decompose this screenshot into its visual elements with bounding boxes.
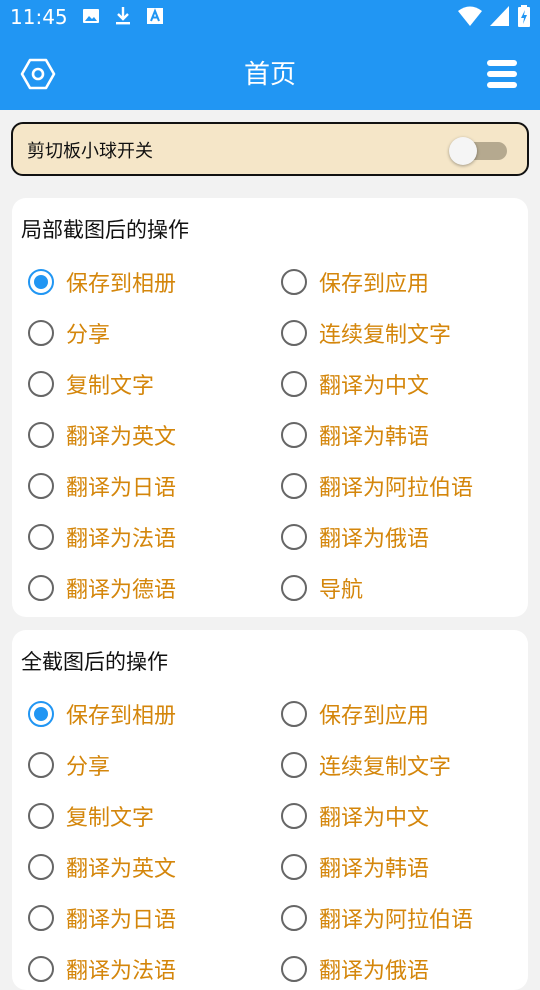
radio-button[interactable] bbox=[28, 905, 54, 931]
system-icons bbox=[458, 5, 530, 31]
radio-option[interactable]: 连续复制文字 bbox=[281, 745, 451, 785]
radio-button[interactable] bbox=[28, 320, 54, 346]
notification-icons bbox=[82, 6, 164, 30]
radio-button[interactable] bbox=[281, 473, 307, 499]
radio-option-label: 翻译为阿拉伯语 bbox=[319, 908, 474, 933]
image-icon bbox=[82, 7, 100, 29]
radio-option-label: 分享 bbox=[66, 323, 111, 348]
radio-button[interactable] bbox=[281, 701, 307, 727]
radio-option[interactable]: 翻译为英文 bbox=[28, 415, 176, 455]
radio-button[interactable] bbox=[28, 371, 54, 397]
status-time: 11:45 bbox=[10, 5, 68, 29]
radio-option[interactable]: 翻译为日语 bbox=[28, 466, 176, 506]
radio-option-label: 保存到应用 bbox=[319, 704, 430, 729]
radio-button[interactable] bbox=[281, 803, 307, 829]
radio-option-label: 导航 bbox=[319, 578, 364, 603]
radio-option-label: 翻译为英文 bbox=[66, 857, 177, 882]
radio-button[interactable] bbox=[281, 422, 307, 448]
radio-option-label: 翻译为日语 bbox=[66, 908, 177, 933]
clipboard-ball-toggle-card: 剪切板小球开关 bbox=[11, 122, 529, 176]
section-title: 全截图后的操作 bbox=[21, 650, 168, 674]
radio-option-label: 翻译为德语 bbox=[66, 578, 177, 603]
page-title: 首页 bbox=[243, 60, 296, 90]
partial-screenshot-actions-card: 局部截图后的操作 保存到相册 保存到应用分享 连续复制文字复制文字 翻译为中文翻译为英… bbox=[12, 198, 528, 617]
radio-option-label: 保存到相册 bbox=[66, 272, 177, 297]
radio-button[interactable] bbox=[281, 371, 307, 397]
radio-option[interactable]: 分享 bbox=[28, 745, 110, 785]
radio-option[interactable]: 导航 bbox=[281, 568, 363, 608]
clipboard-ball-switch[interactable] bbox=[449, 137, 513, 165]
radio-option[interactable]: 翻译为德语 bbox=[28, 568, 176, 608]
radio-option-label: 连续复制文字 bbox=[319, 755, 452, 780]
radio-option[interactable]: 连续复制文字 bbox=[281, 313, 451, 353]
radio-option[interactable]: 保存到相册 bbox=[28, 694, 176, 734]
radio-option[interactable]: 分享 bbox=[28, 313, 110, 353]
radio-option[interactable]: 翻译为韩语 bbox=[281, 415, 429, 455]
radio-option-label: 翻译为俄语 bbox=[319, 959, 430, 984]
radio-option[interactable]: 翻译为阿拉伯语 bbox=[281, 898, 473, 938]
battery-icon bbox=[518, 5, 530, 31]
menu-icon[interactable] bbox=[486, 58, 518, 90]
status-bar: 11:45 bbox=[0, 0, 540, 36]
radio-button[interactable] bbox=[28, 422, 54, 448]
radio-button[interactable] bbox=[28, 701, 54, 727]
radio-option-label: 保存到相册 bbox=[66, 704, 177, 729]
radio-option[interactable]: 翻译为韩语 bbox=[281, 847, 429, 887]
section-title: 局部截图后的操作 bbox=[21, 218, 189, 242]
radio-button[interactable] bbox=[281, 575, 307, 601]
radio-button[interactable] bbox=[281, 905, 307, 931]
clipboard-ball-toggle-label: 剪切板小球开关 bbox=[27, 141, 153, 162]
radio-button[interactable] bbox=[28, 752, 54, 778]
radio-button[interactable] bbox=[28, 524, 54, 550]
radio-option[interactable]: 翻译为俄语 bbox=[281, 517, 429, 557]
radio-option-label: 保存到应用 bbox=[319, 272, 430, 297]
switch-thumb[interactable] bbox=[449, 137, 477, 165]
signal-icon bbox=[490, 6, 510, 30]
radio-option-label: 翻译为英文 bbox=[66, 425, 177, 450]
radio-option[interactable]: 翻译为俄语 bbox=[281, 949, 429, 989]
radio-button[interactable] bbox=[28, 269, 54, 295]
radio-button[interactable] bbox=[281, 752, 307, 778]
radio-button[interactable] bbox=[281, 269, 307, 295]
radio-option[interactable]: 翻译为中文 bbox=[281, 796, 429, 836]
download-icon bbox=[114, 6, 132, 30]
radio-option[interactable]: 翻译为阿拉伯语 bbox=[281, 466, 473, 506]
font-a-icon bbox=[146, 7, 164, 29]
radio-option[interactable]: 翻译为日语 bbox=[28, 898, 176, 938]
radio-option[interactable]: 保存到应用 bbox=[281, 262, 429, 302]
app-bar: 首页 bbox=[0, 36, 540, 110]
radio-button[interactable] bbox=[28, 854, 54, 880]
radio-button[interactable] bbox=[28, 473, 54, 499]
radio-button[interactable] bbox=[281, 320, 307, 346]
radio-option-label: 翻译为韩语 bbox=[319, 857, 430, 882]
radio-option[interactable]: 翻译为中文 bbox=[281, 364, 429, 404]
wifi-icon bbox=[458, 6, 482, 30]
radio-option-label: 翻译为韩语 bbox=[319, 425, 430, 450]
radio-option-label: 连续复制文字 bbox=[319, 323, 452, 348]
radio-button[interactable] bbox=[281, 854, 307, 880]
radio-button[interactable] bbox=[28, 575, 54, 601]
radio-option-label: 翻译为法语 bbox=[66, 527, 177, 552]
radio-option-label: 翻译为日语 bbox=[66, 476, 177, 501]
radio-option-label: 翻译为中文 bbox=[319, 374, 430, 399]
radio-option-label: 分享 bbox=[66, 755, 111, 780]
radio-option-label: 翻译为俄语 bbox=[319, 527, 430, 552]
radio-option-label: 翻译为法语 bbox=[66, 959, 177, 984]
radio-option[interactable]: 保存到相册 bbox=[28, 262, 176, 302]
radio-option[interactable]: 复制文字 bbox=[28, 364, 154, 404]
radio-button[interactable] bbox=[281, 524, 307, 550]
radio-option-label: 翻译为阿拉伯语 bbox=[319, 476, 474, 501]
full-screenshot-actions-card: 全截图后的操作 保存到相册 保存到应用分享 连续复制文字复制文字 翻译为中文翻译为英文… bbox=[12, 630, 528, 990]
radio-button[interactable] bbox=[28, 803, 54, 829]
radio-option[interactable]: 翻译为法语 bbox=[28, 517, 176, 557]
radio-option-label: 翻译为中文 bbox=[319, 806, 430, 831]
radio-option[interactable]: 翻译为英文 bbox=[28, 847, 176, 887]
radio-option-label: 复制文字 bbox=[66, 374, 155, 399]
radio-option[interactable]: 复制文字 bbox=[28, 796, 154, 836]
radio-option[interactable]: 保存到应用 bbox=[281, 694, 429, 734]
radio-option[interactable]: 翻译为法语 bbox=[28, 949, 176, 989]
radio-option-label: 复制文字 bbox=[66, 806, 155, 831]
